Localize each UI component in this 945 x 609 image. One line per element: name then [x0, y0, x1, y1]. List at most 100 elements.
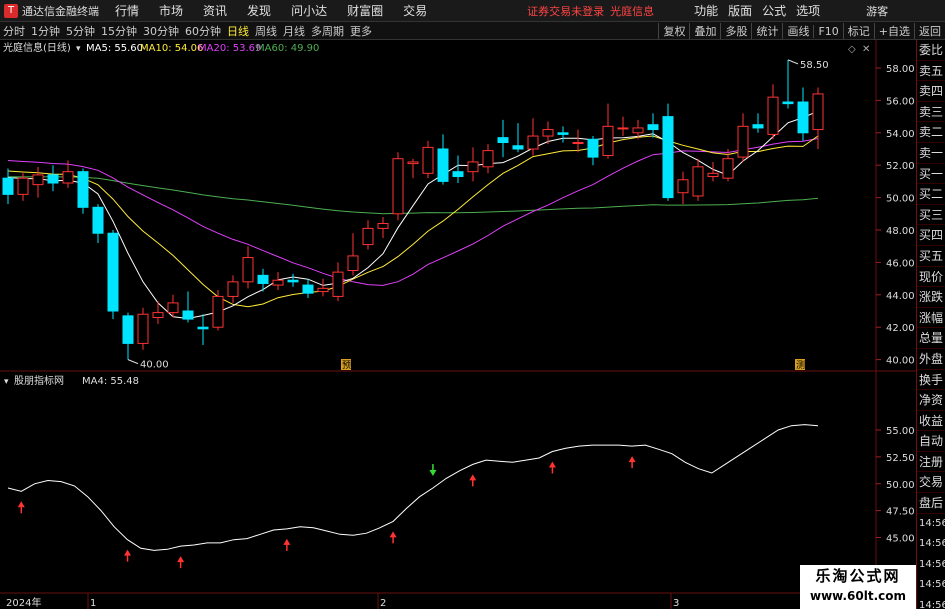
candle [482, 144, 494, 174]
candle [332, 262, 344, 302]
period-multi[interactable]: 多周期 [308, 23, 347, 39]
side-commission-ratio[interactable]: 委比 [917, 40, 945, 61]
main-panel-title: 光庭信息(日线) [3, 41, 71, 54]
side-buy3[interactable]: 买三 [917, 205, 945, 226]
watermark: 乐淘公式网 www.60lt.com [800, 565, 916, 609]
side-after-hours[interactable]: 盘后 [917, 493, 945, 514]
side-sell2[interactable]: 卖二 [917, 122, 945, 143]
menu-formula[interactable]: 公式 [762, 2, 786, 19]
y-tick-label: 48.00 [886, 226, 915, 237]
overlay-button[interactable]: 叠加 [689, 23, 720, 39]
app-title: 通达信金融终端 [22, 4, 99, 18]
period-monthly[interactable]: 月线 [280, 23, 308, 39]
period-weekly[interactable]: 周线 [252, 23, 280, 39]
restore-rights-button[interactable]: 复权 [658, 23, 689, 39]
side-current-price[interactable]: 现价 [917, 267, 945, 288]
candle [47, 165, 59, 192]
candle [152, 301, 164, 324]
signal-arrows [17, 456, 636, 569]
period-60min[interactable]: 60分钟 [182, 23, 224, 39]
settings-diamond-icon[interactable]: ◇ [848, 44, 856, 55]
y-tick-label: 54.00 [886, 129, 915, 140]
chevron-down-icon[interactable]: ▾ [4, 377, 9, 387]
y-tick-label: 50.00 [886, 480, 915, 491]
period-daily[interactable]: 日线 [224, 23, 252, 39]
period-1min[interactable]: 1分钟 [28, 23, 63, 39]
menu-layout[interactable]: 版面 [728, 2, 752, 19]
period-more[interactable]: 更多 [347, 23, 375, 39]
kline-chart[interactable]: 光庭信息(日线) ▾ MA5: 55.60 MA10: 54.06 MA20: … [0, 40, 916, 609]
candle [242, 246, 254, 289]
low-price-marker: 40.00 [127, 359, 169, 371]
f10-button[interactable]: F10 [813, 24, 842, 38]
main-y-axis: 58.00 56.00 54.00 52.00 50.00 48.00 46.00 44.00… [876, 64, 915, 367]
chevron-down-icon[interactable]: ▾ [76, 44, 81, 54]
candle [572, 129, 584, 153]
candle [437, 134, 449, 185]
watermark-site-name: 乐淘公式网 [815, 567, 901, 585]
menu-quotes[interactable]: 行情 [115, 2, 139, 19]
candle [377, 217, 389, 239]
high-price-label: 58.50 [800, 60, 829, 71]
side-sell1[interactable]: 卖一 [917, 143, 945, 164]
menu-trade[interactable]: 交易 [403, 2, 427, 19]
side-time: 14:56 [919, 538, 945, 550]
guest-user[interactable]: 游客 [866, 3, 888, 19]
side-change[interactable]: 涨跌 [917, 287, 945, 308]
candle [767, 84, 779, 140]
side-volume[interactable]: 总量 [917, 328, 945, 349]
period-toolbar: 分时 1分钟 5分钟 15分钟 30分钟 60分钟 日线 周线 月线 多周期 更… [0, 22, 945, 40]
period-15min[interactable]: 15分钟 [98, 23, 140, 39]
multi-stock-button[interactable]: 多股 [720, 23, 751, 39]
sub-panel-title: 股朋指标网 [14, 374, 64, 387]
period-timeshare[interactable]: 分时 [0, 23, 28, 39]
menu-ask[interactable]: 问小达 [291, 2, 327, 19]
event-marker-2[interactable]: 测 [796, 360, 805, 371]
side-earnings[interactable]: 收益 [917, 411, 945, 432]
ma20-label: MA20: 53.69 [198, 43, 261, 54]
side-change-pct[interactable]: 涨幅 [917, 308, 945, 329]
side-trade[interactable]: 交易 [917, 472, 945, 494]
side-time: 14:56 [919, 558, 945, 570]
statistics-button[interactable]: 统计 [751, 23, 782, 39]
side-buy2[interactable]: 买二 [917, 184, 945, 205]
draw-line-button[interactable]: 画线 [782, 23, 813, 39]
menu-news[interactable]: 资讯 [203, 2, 227, 19]
back-button[interactable]: 返回 [914, 23, 945, 39]
candle [182, 291, 194, 323]
side-sell4[interactable]: 卖四 [917, 81, 945, 102]
event-marker-1[interactable]: 预 [342, 360, 351, 371]
menu-discover[interactable]: 发现 [247, 2, 271, 19]
side-sell5[interactable]: 卖五 [917, 61, 945, 82]
x-axis-month-2: 2 [380, 598, 386, 609]
menu-wealth[interactable]: 财富圈 [347, 2, 383, 19]
side-register[interactable]: 注册 [917, 452, 945, 473]
current-stock-name: 光庭信息 [610, 4, 655, 18]
candle [497, 119, 509, 158]
side-turnover[interactable]: 换手 [917, 370, 945, 391]
buy-arrow-icon [177, 556, 185, 569]
side-buy4[interactable]: 买四 [917, 225, 945, 246]
side-time: 14:56 [919, 517, 945, 529]
candle [782, 59, 794, 109]
side-buy5[interactable]: 买五 [917, 246, 945, 267]
menu-bar: T 通达信金融终端 行情 市场 资讯 发现 问小达 财富圈 交易 证券交易未登录… [0, 0, 945, 22]
login-status[interactable]: 证券交易未登录 [527, 3, 604, 19]
side-outer-volume[interactable]: 外盘 [917, 349, 945, 370]
mark-button[interactable]: 标记 [842, 23, 874, 39]
add-watchlist-button[interactable]: +自选 [873, 23, 914, 39]
indicator-line [7, 424, 819, 551]
menu-options[interactable]: 选项 [796, 2, 820, 19]
side-buy1[interactable]: 买一 [917, 164, 945, 185]
candle [707, 161, 719, 182]
side-net-assets[interactable]: 净资 [917, 390, 945, 411]
period-5min[interactable]: 5分钟 [63, 23, 98, 39]
candlesticks [2, 59, 824, 360]
close-icon[interactable]: ✕ [862, 44, 870, 55]
period-30min[interactable]: 30分钟 [140, 23, 182, 39]
side-auto[interactable]: 自动 [917, 431, 945, 452]
menu-function[interactable]: 功能 [694, 2, 718, 19]
y-tick-label: 55.00 [886, 426, 915, 437]
menu-market[interactable]: 市场 [159, 2, 183, 19]
side-sell3[interactable]: 卖三 [917, 102, 945, 123]
